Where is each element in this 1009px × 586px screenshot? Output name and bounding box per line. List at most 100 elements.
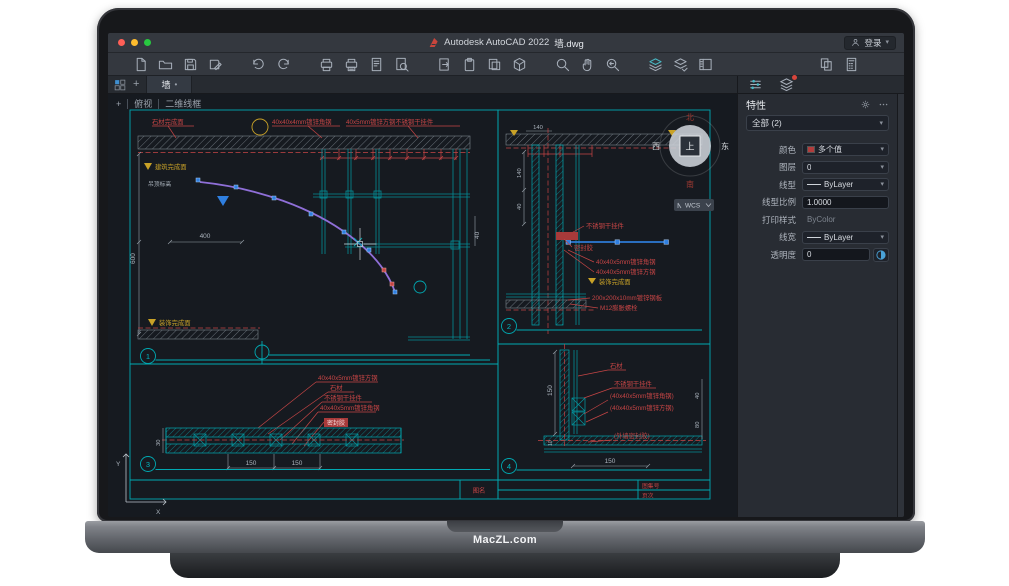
detail-balloon-1: 1: [141, 349, 491, 364]
palette-icon[interactable]: [697, 56, 714, 73]
prop-label-linetype: 线型: [746, 179, 802, 191]
prop-row-color: 颜色多个值▾: [738, 141, 897, 159]
save-as-icon[interactable]: [207, 56, 224, 73]
annotation: 不锈钢干挂件: [614, 379, 652, 388]
prop-value-color[interactable]: 多个值▾: [802, 143, 889, 156]
page: Autodesk AutoCAD 2022 墙.dwg 登录 ▾: [0, 0, 1009, 586]
pan-icon[interactable]: [579, 56, 596, 73]
prop-row-layer: 图层0▾: [738, 159, 897, 177]
window-controls: [108, 39, 151, 46]
chevron-down-icon: ▾: [880, 181, 884, 188]
undo-icon[interactable]: [250, 56, 267, 73]
annotation: 吊顶标高: [148, 180, 171, 188]
preview-icon[interactable]: [393, 56, 410, 73]
page-setup-icon[interactable]: [368, 56, 385, 73]
annotation: 石材: [610, 361, 623, 370]
document-tab[interactable]: 墙 •: [146, 76, 192, 93]
layers-palette-icon[interactable]: [779, 77, 794, 92]
autocad-logo-icon: [428, 37, 439, 48]
more-icon[interactable]: [878, 99, 889, 110]
prop-row-linetype: 线型ByLayer▾: [738, 176, 897, 194]
screen: Autodesk AutoCAD 2022 墙.dwg 登录 ▾: [108, 33, 904, 517]
batch-plot-icon[interactable]: [343, 56, 360, 73]
annotation: M12膨胀螺栓: [600, 303, 638, 312]
attach-icon[interactable]: [436, 56, 453, 73]
palette-strip: [737, 76, 904, 93]
viewcube-west[interactable]: 西: [652, 142, 660, 151]
selection-filter-dropdown[interactable]: 全部 (2) ▾: [746, 115, 889, 131]
prop-label-layer: 图层: [746, 161, 802, 173]
chevron-down-icon: ▾: [879, 120, 883, 127]
viewcube[interactable]: 上 北 南 西 东: [652, 113, 729, 189]
svg-text:页次: 页次: [642, 492, 654, 500]
drawing-area[interactable]: + 俯视 二维线框: [108, 94, 737, 517]
copy-doc-icon[interactable]: [486, 56, 503, 73]
sheet-set-icon[interactable]: [818, 56, 835, 73]
wcs-dropdown[interactable]: WCS: [674, 199, 714, 211]
detail-3: 40x40x5mm镀锌方钢 石材 不锈钢干挂件 40x40x5mm镀锌角钢 密封…: [141, 373, 491, 472]
prop-value-layer[interactable]: 0▾: [802, 161, 889, 174]
properties-panel: 特性 全部 (2) ▾ 颜: [737, 94, 897, 517]
svg-text:图集号: 图集号: [642, 482, 660, 490]
svg-text:3: 3: [146, 460, 150, 469]
transparency-picker-button[interactable]: [873, 248, 889, 262]
divider: [127, 99, 128, 109]
zoom-back-icon[interactable]: [604, 56, 621, 73]
annotation: 石材: [330, 383, 343, 392]
prop-value-lineweight[interactable]: ByLayer▾: [802, 231, 889, 244]
redo-icon[interactable]: [275, 56, 292, 73]
cad-drawing[interactable]: 图名 图集号 页次 石材完成面 40x40x4mm镀锌角钢: [108, 94, 737, 517]
dimension: 400: [200, 233, 211, 240]
layers-icon[interactable]: [647, 56, 664, 73]
prop-label-lineweight: 线宽: [746, 231, 802, 243]
detail-balloon-3: 3: [141, 457, 491, 472]
close-button[interactable]: [118, 39, 125, 46]
viewport-view-control[interactable]: 俯视: [134, 97, 152, 110]
dimension: 140: [517, 168, 523, 178]
prop-row-lineweight: 线宽ByLayer▾: [738, 229, 897, 247]
dimension: 80: [695, 422, 701, 428]
viewcube-north[interactable]: 北: [686, 113, 694, 122]
line-sample: [807, 184, 821, 185]
annotation: 40x40x4mm镀锌角钢: [272, 117, 332, 126]
minimize-button[interactable]: [131, 39, 138, 46]
svg-text:图名: 图名: [473, 486, 486, 495]
open-icon[interactable]: [157, 56, 174, 73]
detail-1: 石材完成面 40x40x4mm镀锌角钢 40x5mm镀锌方钢不锈钢干挂件: [130, 117, 490, 364]
annotation: 密封胶: [327, 419, 345, 427]
annotation: 40x40x5mm镀锌角钢: [596, 257, 656, 266]
properties-palette-icon[interactable]: [748, 77, 763, 92]
zoom-icon[interactable]: [554, 56, 571, 73]
calc-icon[interactable]: [843, 56, 860, 73]
save-icon[interactable]: [182, 56, 199, 73]
viewcube-east[interactable]: 东: [721, 141, 729, 151]
toolbar: [108, 53, 904, 76]
viewport-style-control[interactable]: 二维线框: [165, 97, 201, 110]
viewport-layout-icon[interactable]: [114, 79, 126, 91]
gear-icon[interactable]: [860, 99, 871, 110]
tab-label: 墙: [161, 78, 170, 91]
new-file-icon[interactable]: [132, 56, 149, 73]
plot-icon[interactable]: [318, 56, 335, 73]
svg-text:Y: Y: [116, 461, 121, 468]
clipboard-icon[interactable]: [461, 56, 478, 73]
panel-title: 特性: [746, 97, 766, 112]
annotation: 40x5mm镀锌方钢不锈钢干挂件: [346, 117, 433, 126]
fullscreen-button[interactable]: [144, 39, 151, 46]
prop-value-linetype-scale[interactable]: 1.0000: [802, 196, 889, 209]
dimension: 40: [695, 393, 701, 399]
annotation: (外墙密封胶): [614, 431, 650, 440]
new-tab-button[interactable]: +: [133, 79, 139, 90]
block-icon[interactable]: [511, 56, 528, 73]
svg-text:WCS: WCS: [685, 203, 701, 210]
annotation: 不锈钢干挂件: [586, 221, 624, 230]
tab-modified-dot: •: [174, 80, 177, 89]
viewport-plus-control[interactable]: +: [116, 99, 121, 109]
prop-row-linetype-scale: 线型比例1.0000: [738, 194, 897, 212]
viewcube-south[interactable]: 南: [686, 179, 694, 189]
layer-state-icon[interactable]: [672, 56, 689, 73]
prop-value-linetype[interactable]: ByLayer▾: [802, 178, 889, 191]
annotation: 石材完成面: [152, 117, 183, 126]
prop-value-transparency[interactable]: 0: [802, 248, 870, 261]
login-button[interactable]: 登录 ▾: [844, 36, 896, 50]
